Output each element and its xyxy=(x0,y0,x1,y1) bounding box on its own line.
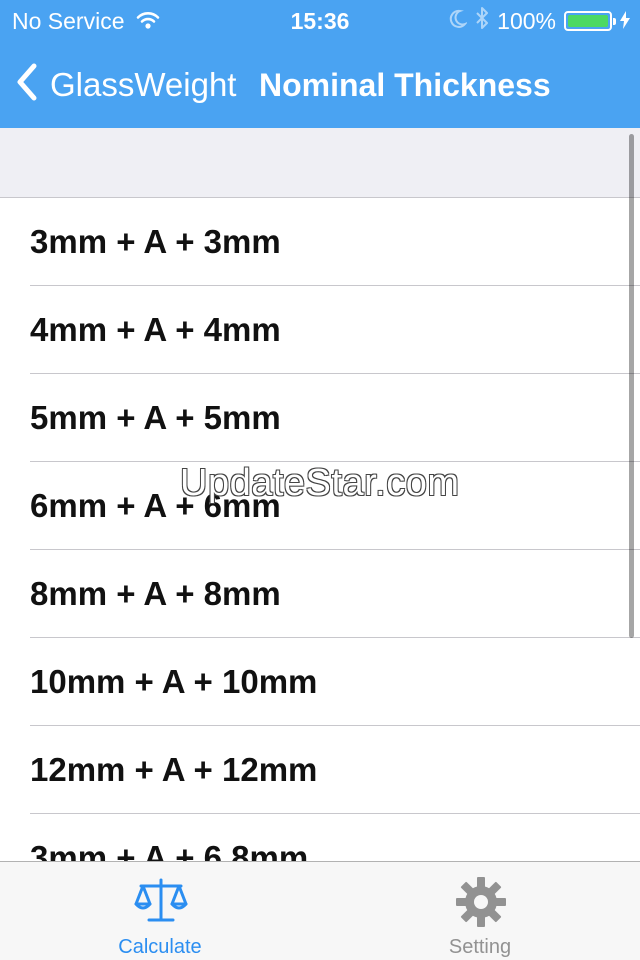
list-item[interactable]: 3mm + A + 6.8mm xyxy=(0,814,640,861)
page-title: Nominal Thickness xyxy=(259,67,551,103)
battery-nub xyxy=(613,18,616,25)
chevron-left-icon xyxy=(14,62,40,107)
list-item-label: 4mm + A + 4mm xyxy=(30,311,281,348)
scale-icon xyxy=(133,874,189,930)
list-item-label: 12mm + A + 12mm xyxy=(30,751,318,788)
tab-setting-label: Setting xyxy=(448,936,512,958)
list-item[interactable]: 4mm + A + 4mm xyxy=(0,286,640,374)
list-item[interactable]: 3mm + A + 3mm xyxy=(0,198,640,286)
tab-bar: Calculate Setting xyxy=(0,861,640,960)
list-item-label: 3mm + A + 3mm xyxy=(30,223,281,260)
navigation-bar: GlassWeight Nominal Thickness xyxy=(0,40,640,128)
thickness-list-view[interactable]: 3mm + A + 3mm 4mm + A + 4mm 5mm + A + 5m… xyxy=(0,128,640,861)
status-right: 100% xyxy=(449,6,630,36)
gear-icon xyxy=(453,874,509,930)
list-item-label: 3mm + A + 6.8mm xyxy=(30,839,309,861)
tab-setting[interactable]: Setting xyxy=(320,862,640,960)
tab-calculate[interactable]: Calculate xyxy=(0,862,320,960)
back-button[interactable]: GlassWeight xyxy=(14,62,236,107)
section-header xyxy=(0,128,640,198)
status-bar: No Service 15:36 100% xyxy=(0,0,640,40)
tab-calculate-label: Calculate xyxy=(118,936,202,958)
list-item[interactable]: 6mm + A + 6mm xyxy=(0,462,640,550)
list-item[interactable]: 8mm + A + 8mm xyxy=(0,550,640,638)
list-item[interactable]: 12mm + A + 12mm xyxy=(0,726,640,814)
list-item-label: 10mm + A + 10mm xyxy=(30,663,318,700)
list-item-label: 6mm + A + 6mm xyxy=(30,487,281,524)
list-item-label: 8mm + A + 8mm xyxy=(30,575,281,612)
bluetooth-icon xyxy=(475,6,489,36)
scrollbar[interactable] xyxy=(629,134,634,638)
battery-fill xyxy=(568,15,608,27)
charging-bolt-icon xyxy=(620,8,630,35)
moon-icon xyxy=(449,8,469,35)
back-button-label: GlassWeight xyxy=(50,65,237,103)
battery-percent: 100% xyxy=(497,7,556,34)
header: No Service 15:36 100% GlassWeight Nomina… xyxy=(0,0,640,128)
list-item[interactable]: 10mm + A + 10mm xyxy=(0,638,640,726)
list-item[interactable]: 5mm + A + 5mm xyxy=(0,374,640,462)
battery-icon xyxy=(564,11,616,31)
list-item-label: 5mm + A + 5mm xyxy=(30,399,281,436)
